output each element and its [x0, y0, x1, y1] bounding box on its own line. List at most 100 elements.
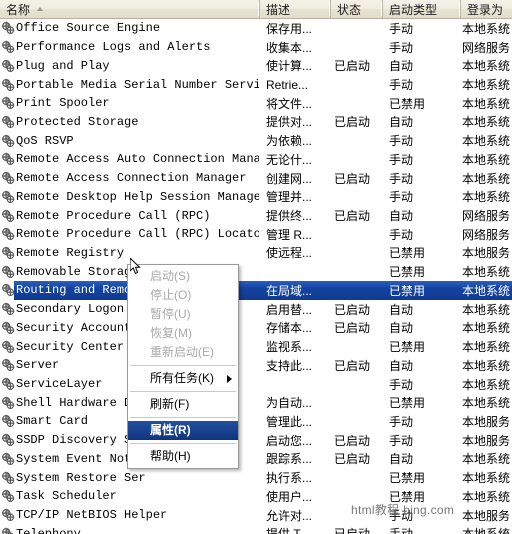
service-name-cell[interactable]: Remote Access Auto Connection Manager [0, 152, 259, 166]
service-description-cell: 执行系... [266, 471, 313, 486]
service-gear-icon [1, 302, 15, 316]
service-name-cell[interactable]: Remote Procedure Call (RPC) [0, 209, 259, 223]
service-name-label: Portable Media Serial Number Service [16, 77, 259, 92]
column-header-log-on-as-label: 登录为 [467, 2, 504, 17]
service-startup-type-cell: 手动 [389, 190, 414, 205]
service-name-cell[interactable]: System Restore Ser [0, 471, 259, 485]
service-name-cell[interactable]: Office Source Engine [0, 21, 259, 35]
service-row[interactable]: Portable Media Serial Number Service Retr… [0, 75, 512, 94]
sort-ascending-icon [37, 7, 44, 11]
service-name-cell[interactable]: Plug and Play [0, 59, 259, 73]
service-description-cell: 允许对... [266, 508, 313, 523]
service-row[interactable]: QoS RSVP 为依赖... 手动 本地系统 [0, 131, 512, 150]
service-startup-type-cell: 已禁用 [389, 340, 426, 355]
services-window: 名称 描述 状态 启动类型 登录为 Office Source Engine 保存… [0, 0, 512, 534]
service-row[interactable]: Routing and RemoteA 在局域... 已禁用 本地系统 [0, 281, 512, 300]
service-row[interactable]: System Restore Ser 执行系... 已禁用 本地系统 [0, 468, 512, 487]
service-log-on-as-cell: 本地系统 [462, 171, 511, 186]
service-row[interactable]: Performance Logs and Alerts 收集本... 手动 网络服务 [0, 38, 512, 57]
service-row[interactable]: Secondary Logon 启用替... 已启动 自动 本地系统 [0, 300, 512, 319]
service-row[interactable]: Smart Card 管理此... 手动 本地服务 [0, 412, 512, 431]
context-menu-item[interactable]: 刷新(F) [128, 395, 238, 414]
service-gear-icon [1, 171, 15, 185]
service-row[interactable]: Shell Hardware Det 为自动... 已禁用 本地系统 [0, 393, 512, 412]
service-row[interactable]: Protected Storage 提供对... 已启动 自动 本地系统 [0, 113, 512, 132]
service-startup-type-cell: 已禁用 [389, 471, 426, 486]
service-log-on-as-cell: 本地系统 [462, 340, 511, 355]
column-header-name[interactable]: 名称 [0, 0, 259, 18]
context-menu-item-label: 帮助(H) [150, 449, 191, 463]
service-gear-icon [1, 471, 15, 485]
service-name-cell[interactable]: Remote Registry [0, 246, 259, 260]
context-menu-item[interactable]: 帮助(H) [128, 447, 238, 466]
service-row[interactable]: SSDP Discovery Ser 启动您... 已启动 手动 本地服务 [0, 431, 512, 450]
service-name-label: Protected Storage [16, 114, 139, 129]
service-row[interactable]: Security Center 监视系... 已禁用 本地系统 [0, 337, 512, 356]
service-description-cell: 管理并... [266, 190, 313, 205]
service-name-cell[interactable]: TCP/IP NetBIOS Helper [0, 508, 259, 522]
service-gear-icon [1, 265, 15, 279]
context-menu-item[interactable]: 属性(R) [128, 421, 238, 440]
context-menu-item[interactable]: 所有任务(K) [128, 369, 238, 388]
service-description-cell: 使远程... [266, 246, 313, 261]
column-header-status[interactable]: 状态 [330, 0, 382, 18]
service-name-cell[interactable]: Telephony [0, 527, 259, 534]
service-row[interactable]: Security Accounts 存储本... 已启动 自动 本地系统 [0, 319, 512, 338]
service-log-on-as-cell: 网络服务 [462, 40, 511, 55]
service-description-cell: 使计算... [266, 59, 313, 74]
column-header-log-on-as[interactable]: 登录为 [460, 0, 512, 18]
context-menu[interactable]: 启动(S) 停止(O) 暂停(U) 恢复(M) 重新启动(E) 所有任务(K) 刷新(F) 属… [127, 264, 239, 469]
service-row[interactable]: Print Spooler 将文件... 已禁用 本地系统 [0, 94, 512, 113]
service-status-cell: 已启动 [330, 525, 382, 534]
service-status-cell: 已启动 [334, 302, 371, 317]
service-log-on-as-cell: 网络服务 [462, 227, 511, 242]
service-startup-type-cell: 手动 [389, 433, 414, 448]
service-row[interactable]: Removable Storage 已禁用 本地系统 [0, 262, 512, 281]
service-name-label: Task Scheduler [16, 489, 117, 504]
service-row[interactable]: ServiceLayer 手动 本地系统 [0, 375, 512, 394]
service-row[interactable]: Remote Access Auto Connection Manager 无论什… [0, 150, 512, 169]
service-description-cell: 为自动... [266, 396, 313, 411]
service-description-cell: 使用户... [266, 489, 313, 504]
service-name-cell[interactable]: Print Spooler [0, 96, 259, 110]
services-list[interactable]: Office Source Engine 保存用... 手动 本地系统 Performa… [0, 19, 512, 534]
service-name-label: Plug and Play [16, 58, 110, 73]
column-header-startup-type[interactable]: 启动类型 [382, 0, 460, 18]
column-header-description[interactable]: 描述 [259, 0, 330, 18]
service-name-cell[interactable]: Protected Storage [0, 115, 259, 129]
service-row[interactable]: Server 支持此... 已启动 自动 本地系统 [0, 356, 512, 375]
service-row[interactable]: Remote Access Connection Manager 创建网... 已启… [0, 169, 512, 188]
service-row[interactable]: Telephony 提供 T...已启动手动本地系统 [0, 524, 512, 534]
service-row[interactable]: Remote Procedure Call (RPC) 提供终... 已启动 自动 网络… [0, 206, 512, 225]
service-row[interactable]: Remote Desktop Help Session Manager 管理并..… [0, 187, 512, 206]
service-startup-type-cell: 已禁用 [389, 283, 426, 298]
service-name-cell[interactable]: Performance Logs and Alerts [0, 40, 259, 54]
service-row[interactable]: System Event Notif 跟踪系... 已启动 自动 本地系统 [0, 450, 512, 469]
service-name-cell[interactable]: Task Scheduler [0, 489, 259, 503]
column-header-name-label: 名称 [6, 2, 31, 17]
service-row[interactable]: Office Source Engine 保存用... 手动 本地系统 [0, 19, 512, 38]
service-gear-icon [1, 209, 15, 223]
service-status-cell: 已启动 [334, 115, 371, 130]
service-name-label: Secondary Logon [16, 302, 125, 317]
service-name-label: Security Center [16, 339, 125, 354]
service-gear-icon [1, 40, 15, 54]
service-name-cell[interactable]: Remote Access Connection Manager [0, 171, 259, 185]
service-name-cell[interactable]: Portable Media Serial Number Service [0, 78, 259, 92]
service-name-cell[interactable]: QoS RSVP [0, 134, 259, 148]
service-status-cell: 已启动 [334, 321, 371, 336]
service-row[interactable]: Plug and Play 使计算... 已启动 自动 本地系统 [0, 56, 512, 75]
service-name-cell[interactable]: Remote Desktop Help Session Manager [0, 190, 259, 204]
service-log-on-as-cell: 本地系统 [462, 396, 511, 411]
service-name-label: Remote Procedure Call (RPC) Locator [16, 227, 259, 242]
service-status-cell: 已启动 [334, 209, 371, 224]
context-menu-item: 恢复(M) [128, 324, 238, 343]
service-startup-type-cell: 已禁用 [389, 246, 426, 261]
service-name-label: TCP/IP NetBIOS Helper [16, 508, 168, 523]
service-row[interactable]: Remote Registry 使远程... 已禁用 本地服务 [0, 244, 512, 263]
service-row[interactable]: Remote Procedure Call (RPC) Locator 管理 R.… [0, 225, 512, 244]
service-name-label: Remote Registry [16, 245, 125, 260]
service-startup-type-cell: 自动 [389, 59, 414, 74]
service-name-cell[interactable]: Remote Procedure Call (RPC) Locator [0, 227, 259, 241]
context-menu-item-label: 启动(S) [150, 269, 190, 283]
